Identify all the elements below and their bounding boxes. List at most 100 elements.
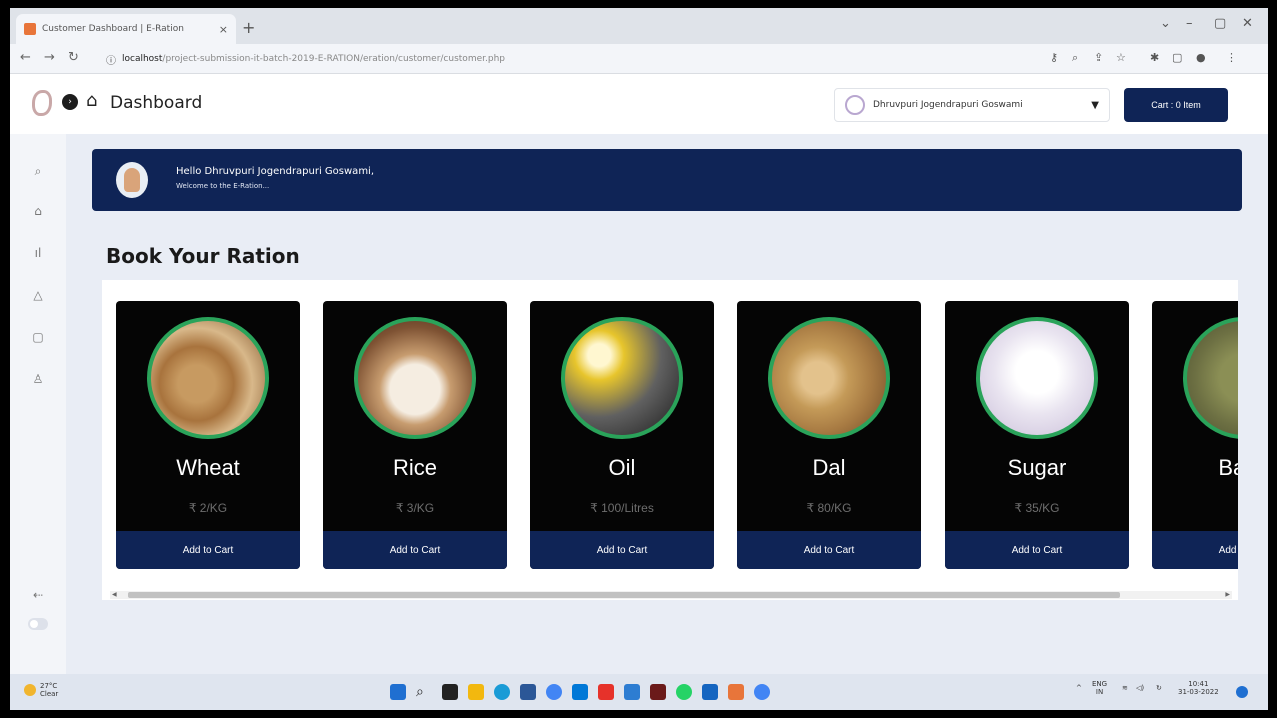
reload-icon[interactable]: ↻ [68, 50, 79, 65]
product-name: Rice [392, 455, 437, 480]
product-name: Sugar [1007, 455, 1067, 480]
product-card-bajra: Bajra ₹ Add to Cart [1152, 301, 1238, 569]
word-icon[interactable] [702, 684, 718, 700]
forward-icon[interactable]: → [44, 50, 55, 65]
bell-icon[interactable]: △ [30, 288, 46, 302]
sidebar: ⌕ ⌂ ıl △ ▢ ♙ ⇠ [10, 134, 66, 674]
extensions-icon[interactable]: ✱ [1150, 51, 1159, 64]
key-icon[interactable]: ⚷ [1050, 51, 1058, 64]
file-explorer-icon[interactable] [468, 684, 484, 700]
volume-icon[interactable]: ◁) [1136, 684, 1144, 692]
logout-icon[interactable]: ⇠ [30, 588, 46, 602]
menu-icon[interactable]: ⋮ [1226, 51, 1237, 64]
notification-icon[interactable] [1236, 686, 1248, 698]
theme-toggle[interactable] [28, 618, 48, 630]
sun-icon [24, 684, 36, 696]
tab-title: Customer Dashboard | E-Ration [42, 24, 184, 34]
product-card-dal: Dal ₹ 80/KG Add to Cart [737, 301, 921, 569]
sidebar-toggle-icon[interactable]: › [62, 94, 78, 110]
chrome-icon[interactable] [546, 684, 562, 700]
store-icon[interactable] [520, 684, 536, 700]
start-icon[interactable] [390, 684, 406, 700]
time-label: 10:41 [1188, 680, 1209, 688]
task-view-icon[interactable] [442, 684, 458, 700]
user-dropdown[interactable]: Dhruvpuri Jogendrapuri Goswami ▼ [834, 88, 1110, 122]
user-name: Dhruvpuri Jogendrapuri Goswami [873, 100, 1023, 110]
chevron-down-icon[interactable]: ⌄ [1160, 16, 1171, 31]
region-label: IN [1095, 688, 1104, 696]
home-icon[interactable]: ⌂ [30, 204, 46, 218]
app-icon[interactable] [650, 684, 666, 700]
horizontal-scrollbar[interactable]: ◀ ▶ [110, 591, 1232, 599]
back-icon[interactable]: ← [20, 50, 31, 65]
search-icon[interactable]: ⌕ [416, 684, 432, 700]
cart-button[interactable]: Cart : 0 Item [1124, 88, 1228, 122]
info-icon: ⓘ [106, 55, 116, 67]
scroll-left-icon[interactable]: ◀ [112, 591, 117, 598]
bajra-image [1183, 317, 1238, 439]
user-avatar [845, 95, 865, 115]
message-icon[interactable]: ▢ [30, 330, 46, 344]
url-path: /project-submission-it-batch-2019-E-RATI… [162, 54, 505, 64]
product-card-rice: Rice ₹ 3/KG Add to Cart [323, 301, 507, 569]
url-host: localhost [122, 54, 163, 64]
close-window-icon[interactable]: ✕ [1242, 16, 1253, 31]
section-title: Book Your Ration [106, 244, 300, 268]
add-to-cart-button[interactable]: Add to Cart [116, 531, 300, 569]
add-to-cart-button[interactable]: Add to Cart [530, 531, 714, 569]
date-label: 31-03-2022 [1178, 688, 1219, 696]
tab-close-icon[interactable]: × [219, 23, 228, 36]
wifi-icon[interactable]: ≋ [1122, 684, 1128, 692]
product-price: ₹ 80/KG [806, 501, 852, 515]
language-indicator[interactable]: ENG IN [1092, 680, 1107, 696]
chart-icon[interactable]: ıl [30, 246, 46, 260]
rice-image [354, 317, 476, 439]
scroll-right-icon[interactable]: ▶ [1225, 591, 1230, 598]
maximize-icon[interactable]: ▢ [1214, 16, 1226, 31]
add-to-cart-button[interactable]: Add to Cart [737, 531, 921, 569]
chrome-icon[interactable] [754, 684, 770, 700]
lang-label: ENG [1092, 680, 1108, 688]
chevron-up-icon[interactable]: ^ [1076, 684, 1082, 692]
scrollbar-thumb[interactable] [128, 592, 1120, 598]
minimize-icon[interactable]: – [1186, 16, 1193, 31]
star-icon[interactable]: ☆ [1116, 51, 1126, 64]
main-content: Hello Dhruvpuri Jogendrapuri Goswami, We… [66, 134, 1268, 674]
weather-temp: 27°C [40, 682, 58, 690]
edge-icon[interactable] [494, 684, 510, 700]
product-card-wheat: Wheat ₹ 2/KG Add to Cart [116, 301, 300, 569]
sidepanel-icon[interactable]: ▢ [1172, 51, 1182, 64]
sync-icon[interactable]: ↻ [1156, 684, 1162, 692]
app-icon[interactable] [624, 684, 640, 700]
url-bar[interactable]: ⓘ localhost /project-submission-it-batch… [100, 48, 1040, 70]
avatar [116, 162, 148, 198]
search-icon[interactable]: ⌕ [30, 164, 46, 179]
wheat-image [147, 317, 269, 439]
mail-icon[interactable] [572, 684, 588, 700]
tab-bar: Customer Dashboard | E-Ration × + ⌄ – ▢ … [10, 8, 1268, 44]
product-name: Bajra [1218, 455, 1238, 480]
taskbar: 27°C Clear ⌕ ^ ENG IN ≋ ◁) ↻ 10:41 31-03… [10, 674, 1268, 710]
address-bar-row: ← → ↻ ⓘ localhost /project-submission-it… [10, 44, 1268, 74]
user-icon[interactable]: ♙ [30, 372, 46, 386]
caret-down-icon: ▼ [1091, 99, 1099, 111]
new-tab-button[interactable]: + [242, 18, 255, 37]
whatsapp-icon[interactable] [676, 684, 692, 700]
app-icon[interactable] [728, 684, 744, 700]
app-header: › ⌂ Dashboard Dhruvpuri Jogendrapuri Gos… [10, 74, 1268, 134]
browser-tab[interactable]: Customer Dashboard | E-Ration × [16, 14, 236, 44]
share-icon[interactable]: ⇪ [1094, 51, 1103, 64]
zoom-icon[interactable]: ⌕ [1072, 51, 1078, 65]
clock[interactable]: 10:41 31-03-2022 [1178, 680, 1219, 696]
welcome-text: Welcome to the E-Ration... [176, 182, 270, 190]
opera-icon[interactable] [598, 684, 614, 700]
weather-widget[interactable]: 27°C Clear [24, 682, 58, 698]
app-logo [32, 90, 52, 116]
product-price: ₹ [1152, 501, 1238, 515]
add-to-cart-button[interactable]: Add to Cart [1152, 531, 1238, 569]
add-to-cart-button[interactable]: Add to Cart [323, 531, 507, 569]
profile-icon[interactable]: ● [1196, 51, 1206, 64]
add-to-cart-button[interactable]: Add to Cart [945, 531, 1129, 569]
product-card-oil: Oil ₹ 100/Litres Add to Cart [530, 301, 714, 569]
weather-desc: Clear [40, 690, 59, 698]
